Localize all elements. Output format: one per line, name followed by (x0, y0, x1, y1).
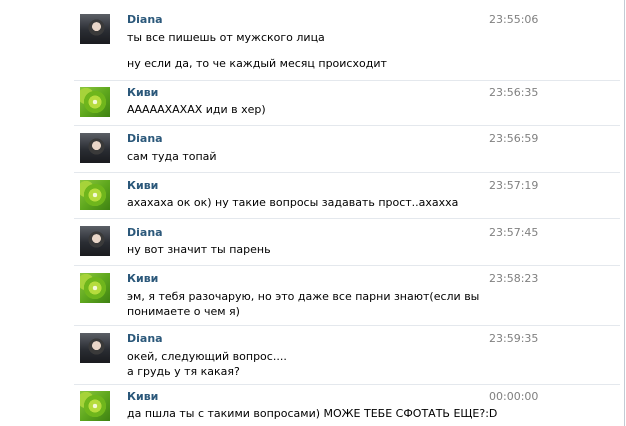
message-author[interactable]: Киви (127, 179, 158, 193)
message-text: АААААХАХАХ иди в хер) (127, 103, 266, 116)
message-divider (74, 384, 620, 385)
message-divider (74, 265, 620, 266)
message-text: понимаете о чем я) (127, 305, 240, 318)
message-text: ахахаха ок ок) ну такие вопросы задавать… (127, 196, 459, 209)
diana-avatar[interactable] (80, 333, 110, 363)
chat-history: Diana 23:55:06 ты все пишешь от мужского… (0, 0, 625, 426)
message-text: сам туда топай (127, 150, 217, 163)
message-text: ну если да, то че каждый месяц происходи… (127, 57, 387, 70)
message-time: 23:57:45 (489, 226, 539, 239)
message-author[interactable]: Diana (127, 332, 163, 346)
message-time: 23:59:35 (489, 332, 539, 345)
message-time: 23:58:23 (489, 272, 539, 285)
message-text: да пшла ты с такими вопросами) МОЖЕ ТЕБЕ… (127, 407, 498, 420)
message-author[interactable]: Diana (127, 226, 163, 240)
message-divider (74, 325, 620, 326)
diana-avatar[interactable] (80, 133, 110, 163)
kiwi-avatar[interactable] (80, 87, 110, 117)
message-divider (74, 218, 620, 219)
message-time: 23:57:19 (489, 179, 539, 192)
diana-avatar[interactable] (80, 226, 110, 256)
message-author[interactable]: Diana (127, 13, 163, 27)
message-time: 23:55:06 (489, 13, 539, 26)
message-text: ты все пишешь от мужского лица (127, 31, 325, 44)
message-time: 00:00:00 (489, 390, 539, 403)
diana-avatar[interactable] (80, 14, 110, 44)
message-divider (74, 125, 620, 126)
message-author[interactable]: Киви (127, 86, 158, 100)
message-time: 23:56:59 (489, 132, 539, 145)
message-author[interactable]: Diana (127, 132, 163, 146)
kiwi-avatar[interactable] (80, 273, 110, 303)
kiwi-avatar[interactable] (80, 391, 110, 421)
message-time: 23:56:35 (489, 86, 539, 99)
message-divider (74, 80, 620, 81)
message-author[interactable]: Киви (127, 272, 158, 286)
kiwi-avatar[interactable] (80, 180, 110, 210)
message-text: а грудь у тя какая? (127, 365, 240, 378)
message-text: ну вот значит ты парень (127, 243, 271, 256)
message-divider (74, 172, 620, 173)
message-author[interactable]: Киви (127, 390, 158, 404)
